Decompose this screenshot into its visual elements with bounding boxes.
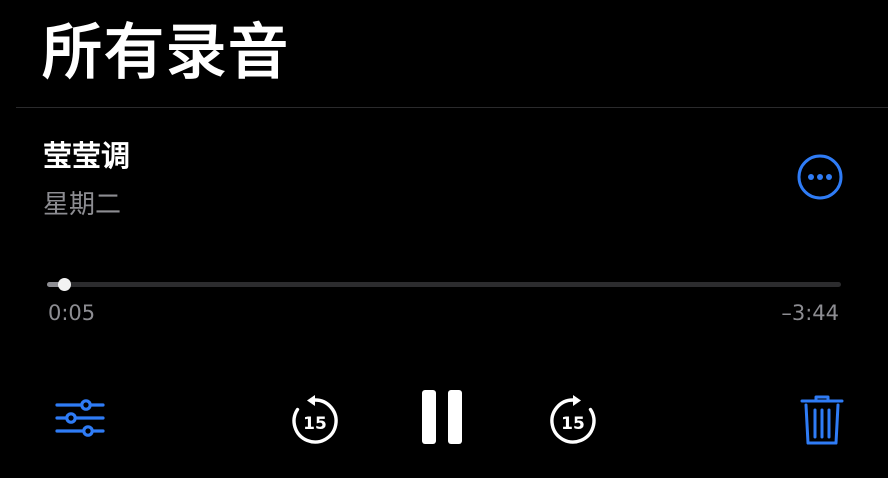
page-title: 所有录音 <box>42 18 290 88</box>
skip-back-seconds: 15 <box>303 414 327 434</box>
scrubber-track <box>47 282 841 287</box>
delete-button[interactable] <box>798 393 846 447</box>
scrubber-handle[interactable] <box>58 278 72 291</box>
remaining-time: –3:44 <box>781 301 839 325</box>
skip-forward-15-icon: 15 <box>550 395 596 444</box>
ellipsis-circle-icon <box>797 154 843 200</box>
voice-memos-screen: 所有录音 莹莹调 星期二 0:05 –3:44 15 15 <box>0 0 888 478</box>
elapsed-time: 0:05 <box>48 301 96 325</box>
playback-options-button[interactable] <box>54 396 108 442</box>
skip-forward-button[interactable]: 15 <box>546 394 600 448</box>
playback-scrubber[interactable] <box>47 278 841 291</box>
pause-button[interactable] <box>418 388 468 446</box>
more-options-button[interactable] <box>797 154 843 200</box>
recording-title[interactable]: 莹莹调 <box>43 136 130 176</box>
skip-back-button[interactable]: 15 <box>288 394 342 448</box>
header-divider <box>16 107 888 108</box>
skip-forward-seconds: 15 <box>561 414 585 434</box>
trash-icon <box>800 395 844 445</box>
pause-icon <box>422 390 462 444</box>
recording-date: 星期二 <box>43 190 122 220</box>
skip-back-15-icon: 15 <box>292 395 338 444</box>
sliders-icon <box>55 399 105 437</box>
